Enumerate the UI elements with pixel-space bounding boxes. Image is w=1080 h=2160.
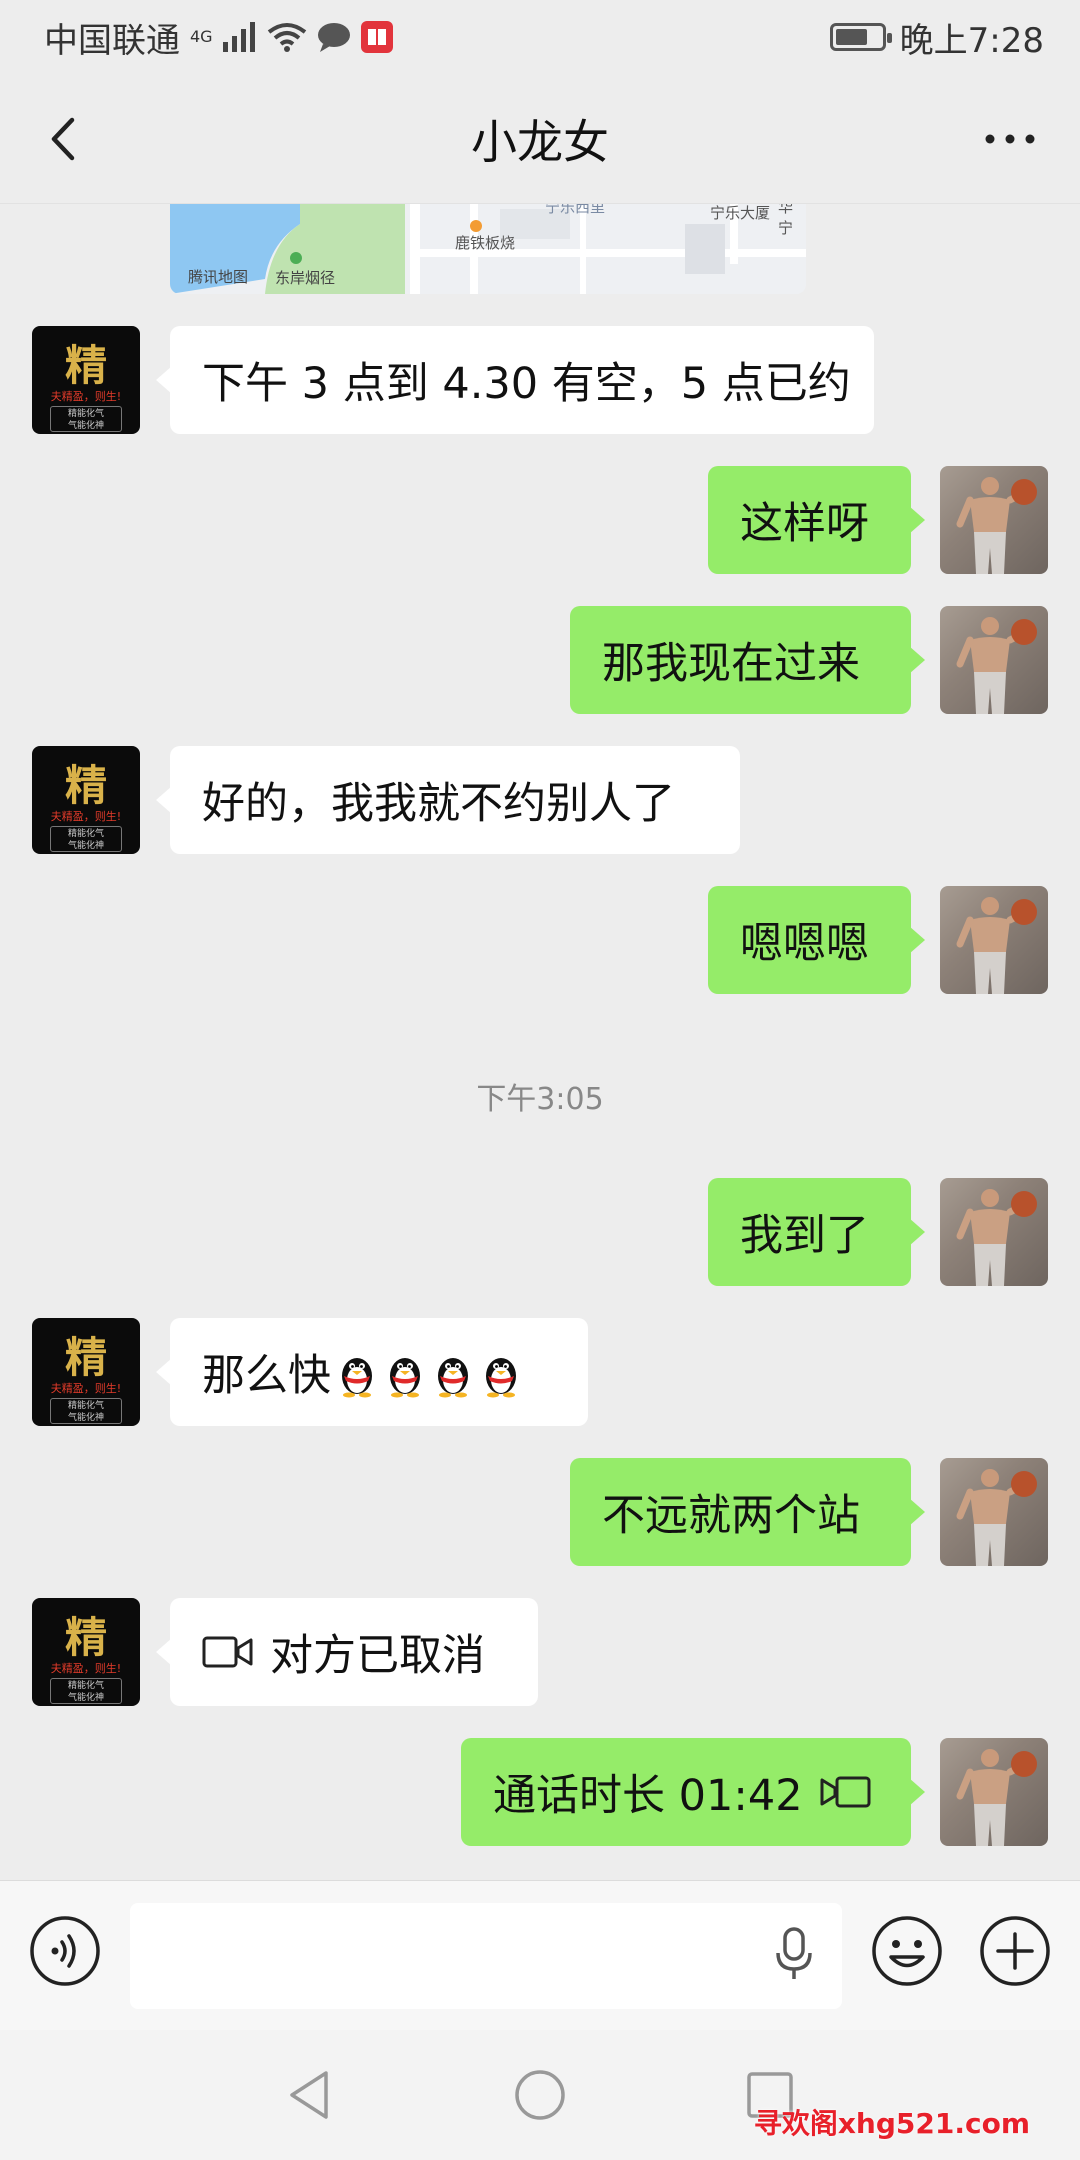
chat-area[interactable]: 宁乐西里 宁乐大厦 华宁 鹿铁板烧 腾讯地图 东岸烟径 精夫精盈，则生! 精能化气… [0, 204, 1080, 1880]
avatar-figure [956, 617, 1037, 714]
contact-avatar[interactable]: 精夫精盈，则生! 精能化气 气能化神 [32, 1598, 140, 1706]
avatar-big-char: 精 [64, 341, 107, 390]
watermark-text: 寻欢阁xhg521.com [753, 2107, 1030, 2140]
penguin-emoji-icon [486, 1357, 516, 1398]
my-avatar[interactable] [940, 886, 1048, 994]
message-text: 这样呀 [740, 499, 869, 549]
map-label-2: 宁乐大厦 [710, 204, 771, 222]
message-bubble-sent[interactable]: 不远就两个站 [570, 1458, 925, 1566]
penguin-emoji-icon [390, 1357, 420, 1398]
message-bubble-received[interactable]: 那么快 [156, 1318, 588, 1426]
map-label-5: 腾讯地图 [188, 268, 249, 286]
plus-icon[interactable] [978, 1914, 1052, 1988]
avatar-slogan: 夫精盈，则生! [50, 1662, 122, 1675]
status-bar: 中国联通 4G 晚上7:28 [0, 0, 1080, 74]
nav-home-icon[interactable] [510, 2065, 570, 2125]
message-bubble-sent[interactable]: 那我现在过来 [570, 606, 925, 714]
battery-level [835, 29, 867, 45]
emoji-group [331, 1346, 523, 1398]
microphone-icon[interactable] [772, 1925, 816, 1985]
map-label-1: 宁乐西里 [545, 204, 606, 216]
map-label-3: 华宁 [778, 204, 794, 237]
avatar-box: 精能化气 气能化神 [50, 826, 122, 852]
avatar-big-char: 精 [64, 1333, 107, 1382]
status-right: 晚上7:28 [829, 13, 1044, 62]
time-divider: 下午3:05 [476, 1082, 604, 1117]
chevron-left-icon[interactable] [40, 114, 90, 164]
carrier-name: 中国联通 [44, 20, 180, 61]
avatar-box: 精能化气 气能化神 [50, 406, 122, 432]
message-bubble-received[interactable]: 下午 3 点到 4.30 有空，5 点已约 [156, 326, 874, 434]
my-avatar[interactable] [940, 1178, 1048, 1286]
system-nav-bar: 寻欢阁xhg521.com [0, 2030, 1080, 2160]
avatar-figure [956, 1469, 1037, 1566]
my-avatar[interactable] [940, 1458, 1048, 1566]
voice-mode-icon[interactable] [28, 1914, 102, 1988]
message-bubble-sent[interactable]: 这样呀 [708, 466, 925, 574]
map-label-6: 东岸烟径 [275, 269, 336, 287]
message-text: 那我现在过来 [602, 639, 860, 689]
my-avatar[interactable] [940, 1738, 1048, 1846]
message-text: 那么快 [202, 1351, 331, 1401]
my-avatar[interactable] [940, 606, 1048, 714]
chat-title: 小龙女 [471, 114, 609, 169]
avatar-slogan: 夫精盈，则生! [50, 1382, 122, 1395]
penguin-emoji-icon [438, 1357, 468, 1398]
avatar-figure [956, 897, 1037, 994]
video-call-bubble-received[interactable]: 对方已取消 [156, 1598, 538, 1706]
chat-header: 小龙女 [0, 74, 1080, 204]
message-icon [317, 23, 350, 52]
message-text: 好的，我我就不约别人了 [202, 779, 675, 829]
message-bubble-sent[interactable]: 我到了 [708, 1178, 925, 1286]
avatar-slogan: 夫精盈，则生! [50, 390, 122, 403]
message-text: 嗯嗯嗯 [740, 919, 869, 969]
more-dots-icon[interactable] [980, 122, 1040, 156]
battery-icon [829, 23, 892, 51]
avatar-slogan: 夫精盈，则生! [50, 810, 122, 823]
avatar-figure [956, 1749, 1037, 1846]
status-left: 中国联通 4G [44, 13, 393, 62]
reader-app-icon [360, 21, 393, 53]
contact-avatar[interactable]: 精夫精盈，则生! 精能化气 气能化神 [32, 746, 140, 854]
avatar-big-char: 精 [64, 761, 107, 810]
avatar-figure [956, 1189, 1037, 1286]
my-avatar[interactable] [940, 466, 1048, 574]
message-bubble-received[interactable]: 好的，我我就不约别人了 [156, 746, 740, 854]
contact-avatar[interactable]: 精夫精盈，则生! 精能化气 气能化神 [32, 326, 140, 434]
message-bubble-sent[interactable]: 嗯嗯嗯 [708, 886, 925, 994]
map-label-4: 鹿铁板烧 [455, 234, 516, 252]
contact-avatar[interactable]: 精夫精盈，则生! 精能化气 气能化神 [32, 1318, 140, 1426]
input-bar [0, 1880, 1080, 2030]
penguin-emoji-icon [342, 1357, 372, 1398]
nav-back-icon[interactable] [280, 2065, 340, 2125]
message-text: 通话时长 01:42 [493, 1771, 803, 1821]
video-call-icon [820, 1776, 871, 1808]
wifi-icon [267, 23, 306, 52]
avatar-big-char: 精 [64, 1613, 107, 1662]
network-type: 4G [190, 27, 213, 46]
avatar-figure [956, 477, 1037, 574]
video-call-icon [202, 1636, 253, 1668]
message-text: 对方已取消 [270, 1631, 485, 1681]
emoji-icon[interactable] [870, 1914, 944, 1988]
avatar-box: 精能化气 气能化神 [50, 1678, 122, 1704]
signal-icon [222, 22, 255, 52]
message-text: 下午 3 点到 4.30 有空，5 点已约 [202, 359, 851, 409]
video-call-bubble-sent[interactable]: 通话时长 01:42 [461, 1738, 925, 1846]
message-text: 不远就两个站 [602, 1491, 860, 1541]
location-map-card[interactable]: 宁乐西里 宁乐大厦 华宁 鹿铁板烧 腾讯地图 东岸烟径 [170, 204, 806, 294]
avatar-box: 精能化气 气能化神 [50, 1398, 122, 1424]
status-time: 晚上7:28 [899, 20, 1044, 61]
message-input[interactable] [130, 1903, 842, 2009]
message-text: 我到了 [740, 1211, 869, 1261]
